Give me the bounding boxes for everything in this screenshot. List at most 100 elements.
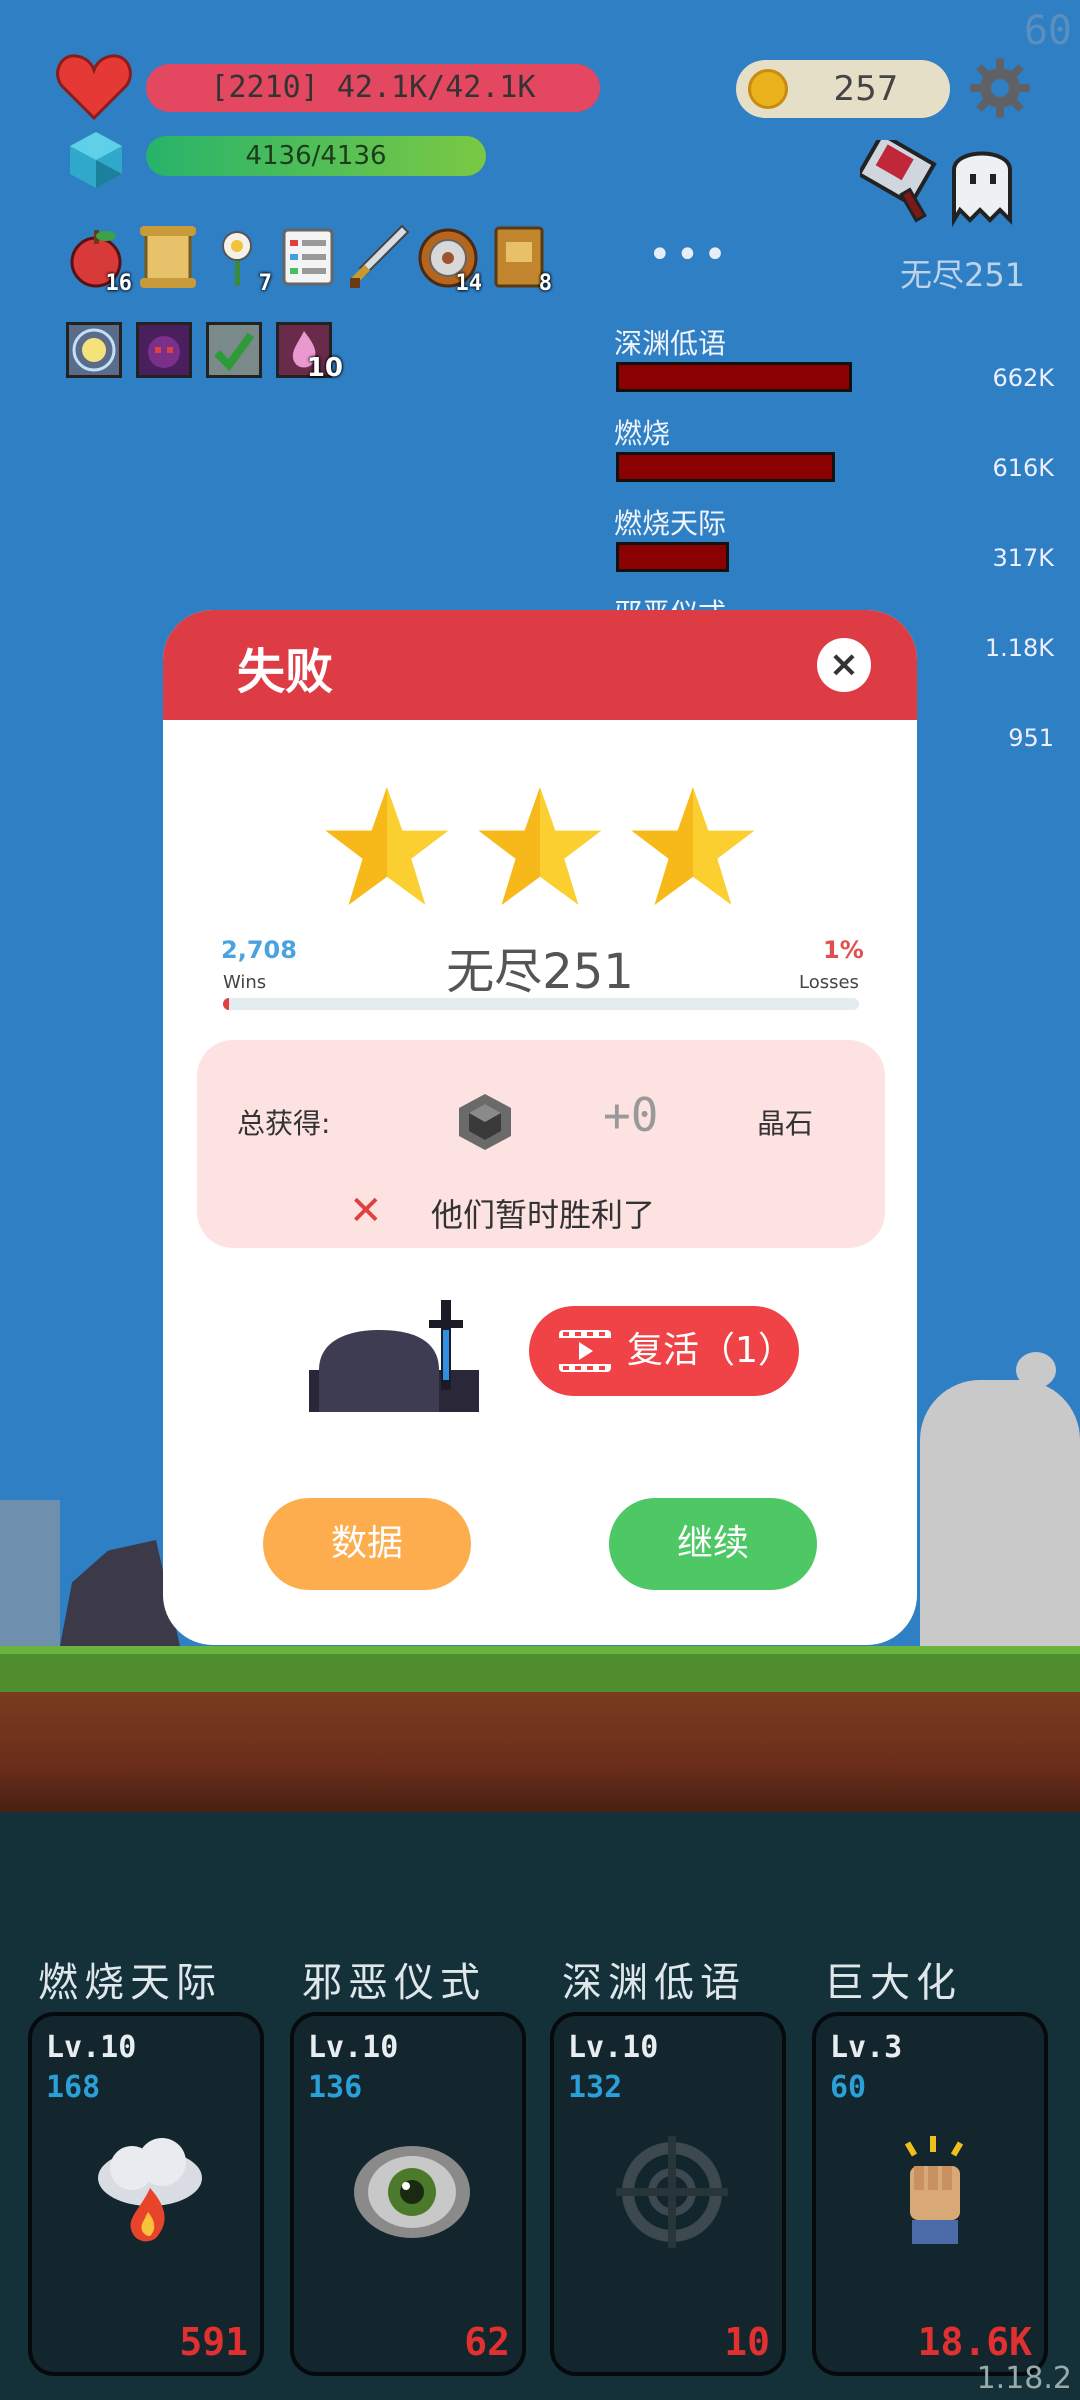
dialog-title: 失败 — [237, 644, 334, 700]
damage-value: 951 — [1008, 724, 1054, 752]
skill-cost: 60 — [830, 2070, 867, 2105]
skill-level: Lv.10 — [308, 2030, 399, 2065]
losses-percent: 1% — [823, 936, 864, 964]
coin-amount: 257 — [833, 69, 899, 109]
buff-bar: 10 — [66, 322, 343, 383]
wave-label: 无尽251 — [900, 256, 1026, 294]
revive-label: 复活（1） — [627, 1330, 794, 1371]
item-count: 8 — [538, 271, 552, 296]
revive-button[interactable]: 复活（1） — [529, 1306, 799, 1396]
ghost-icon — [952, 151, 1012, 228]
gear-icon[interactable] — [968, 56, 1032, 120]
losses-label: Losses — [799, 972, 859, 993]
light-buff-icon[interactable] — [66, 322, 122, 378]
inventory-bar: 16 7 14 8 — [66, 222, 552, 296]
data-button[interactable]: 数据 — [263, 1498, 471, 1590]
skill-damage: 591 — [179, 2320, 248, 2364]
skill-damage: 10 — [724, 2320, 770, 2364]
star-icon — [478, 787, 602, 905]
coin-counter: 257 — [736, 60, 950, 118]
skill-level: Lv.3 — [830, 2030, 903, 2065]
star-icon — [325, 787, 449, 905]
win-loss-progress — [223, 998, 859, 1010]
video-icon — [559, 1330, 611, 1372]
reward-box: 总获得: +0 晶石 ✕ 他们暂时胜利了 — [197, 1040, 885, 1248]
continue-button[interactable]: 继续 — [609, 1498, 817, 1590]
flower-icon[interactable]: 7 — [206, 222, 272, 296]
grave-icon — [309, 1300, 479, 1412]
flame-buff-icon[interactable]: 10 — [276, 322, 343, 383]
crystal-icon — [70, 132, 122, 188]
damage-value: 662K — [992, 364, 1054, 392]
grass — [0, 1646, 1080, 1692]
background-wall — [0, 1500, 60, 1646]
version-label: 1.18.2 — [976, 2361, 1072, 2396]
fire-cloud-icon — [98, 2138, 202, 2242]
damage-name: 深渊低语 — [614, 327, 727, 360]
damage-value: 317K — [992, 544, 1054, 572]
skill-name: 燃烧天际 — [38, 1960, 222, 2006]
fist-icon — [904, 2136, 964, 2244]
plant-buff-icon[interactable] — [206, 322, 262, 378]
skill-card-giant[interactable]: Lv.3 60 18.6K — [812, 2012, 1048, 2376]
damage-value: 1.18K — [984, 634, 1054, 662]
item-count: 16 — [105, 271, 133, 296]
skill-name: 邪恶仪式 — [302, 1960, 486, 2006]
damage-value: 616K — [992, 454, 1054, 482]
gem-icon — [459, 1094, 511, 1150]
smoke-puff — [1016, 1352, 1056, 1388]
boss-icons — [860, 140, 1012, 228]
skill-cost: 136 — [308, 2070, 363, 2105]
hp-text: [2210] 42.1K/42.1K — [210, 70, 536, 105]
mana-bar: 4136/4136 — [146, 136, 486, 176]
cross-icon: ✕ — [349, 1188, 383, 1234]
skill-card-abyss-whisper[interactable]: Lv.10 132 10 — [550, 2012, 786, 2376]
close-button[interactable]: × — [817, 638, 871, 692]
coin-icon — [748, 69, 788, 109]
scroll-icon[interactable] — [136, 222, 200, 292]
skill-damage: 62 — [464, 2320, 510, 2364]
heart-icon — [56, 54, 132, 121]
fail-message: 他们暂时胜利了 — [431, 1196, 656, 1234]
damage-bar — [616, 452, 835, 482]
apple-icon[interactable]: 16 — [66, 222, 132, 296]
skill-level: Lv.10 — [568, 2030, 659, 2065]
demon-buff-icon[interactable] — [136, 322, 192, 378]
skill-card-evil-ritual[interactable]: Lv.10 136 62 — [290, 2012, 526, 2376]
skill-name: 深渊低语 — [562, 1960, 746, 2006]
shield-icon[interactable]: 14 — [416, 222, 482, 296]
reward-label: 总获得: — [237, 1107, 331, 1140]
dirt — [0, 1692, 1080, 1812]
sword-icon[interactable] — [346, 222, 410, 292]
star-icon — [631, 787, 755, 905]
skill-cost: 132 — [568, 2070, 623, 2105]
smoke-cloud — [920, 1380, 1080, 1650]
damage-bar — [616, 542, 729, 572]
damage-name: 燃烧 — [614, 417, 671, 450]
fps-counter: 60 — [1023, 8, 1072, 54]
damage-row: 燃烧 616K — [614, 412, 1054, 482]
progress-fill — [223, 998, 230, 1010]
reward-amount: +0 — [603, 1088, 659, 1142]
mana-text: 4136/4136 — [245, 141, 387, 171]
skill-damage: 18.6K — [917, 2320, 1032, 2364]
hp-bar: [2210] 42.1K/42.1K — [146, 64, 600, 112]
rock — [60, 1540, 180, 1646]
eye-icon — [354, 2146, 470, 2238]
damage-bar — [616, 362, 852, 392]
defeat-dialog: 失败 × 2,708 Wins 无尽251 1% Losses 总获得: +0 … — [163, 610, 917, 1645]
reward-unit: 晶石 — [757, 1107, 814, 1140]
skill-cost: 168 — [46, 2070, 101, 2105]
damage-name: 燃烧天际 — [614, 507, 727, 540]
skill-level: Lv.10 — [46, 2030, 137, 2065]
more-menu[interactable]: ••• — [648, 232, 731, 278]
cleaver-icon — [860, 140, 937, 223]
item-count: 14 — [455, 271, 483, 296]
skill-card-fire-sky[interactable]: Lv.10 168 591 — [28, 2012, 264, 2376]
skill-name: 巨大化 — [824, 1960, 962, 2006]
item-count: 7 — [258, 271, 272, 296]
list-icon[interactable] — [276, 222, 340, 292]
damage-row: 深渊低语 662K — [614, 322, 1054, 392]
book-icon[interactable]: 8 — [486, 222, 552, 296]
damage-row: 燃烧天际 317K — [614, 502, 1054, 572]
